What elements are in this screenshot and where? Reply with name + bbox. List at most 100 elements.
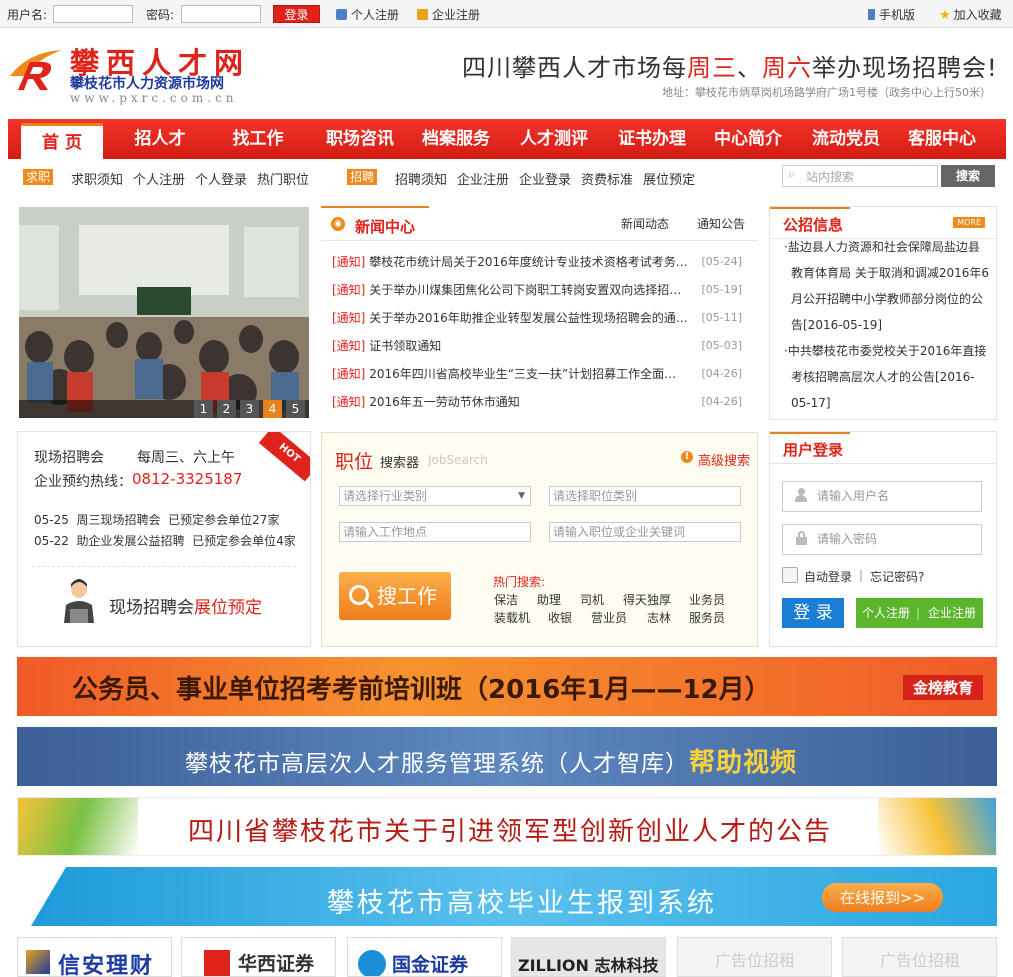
login-username-input[interactable]: 请输入用户名: [782, 481, 982, 512]
xinan-logo-icon: [26, 950, 50, 974]
hot-keyword[interactable]: 志林: [647, 609, 671, 626]
company-register-link[interactable]: 企业注册: [417, 6, 480, 23]
booth-booking-link[interactable]: 现场招聘会展位预定: [109, 593, 262, 618]
job-fair-row[interactable]: 05-22 助企业发展公益招聘 已预定参会单位4家: [34, 532, 296, 549]
login-submit-button[interactable]: 登 录: [782, 598, 844, 628]
more-link[interactable]: MORE: [953, 217, 985, 228]
slideshow-photo[interactable]: [19, 207, 309, 418]
personal-register-link[interactable]: 个人注册: [336, 6, 399, 23]
hot-keyword[interactable]: 装载机: [494, 609, 530, 626]
partner-logo[interactable]: 信安理财: [17, 937, 172, 977]
nav-assessment[interactable]: 人才测评: [508, 119, 600, 159]
seek-tag: 求职: [23, 169, 54, 185]
classroom-photo: [19, 207, 309, 418]
document-icon: [417, 9, 428, 20]
gov-recruit-panel: 公招信息 MORE ·盐边县人力资源和社会保障局盐边县 教育体育局 关于取消和调…: [769, 206, 997, 420]
hot-keyword[interactable]: 得天独厚: [623, 591, 671, 608]
gov-recruit-item[interactable]: ·盐边县人力资源和社会保障局盐边县 教育体育局 关于取消和调减2016年6 月公…: [784, 234, 994, 338]
ad-slot[interactable]: 广告位招租: [677, 937, 832, 977]
location-input[interactable]: 请输入工作地点: [339, 522, 531, 542]
tab-notices[interactable]: 通知公告: [697, 215, 745, 232]
online-report-button[interactable]: 在线报到>>: [822, 883, 944, 912]
hot-keyword[interactable]: 司机: [580, 591, 604, 608]
job-search-subtitle: 搜索器: [380, 456, 420, 471]
password-label: 密码:: [146, 8, 175, 22]
recruit-link-register[interactable]: 企业注册: [457, 169, 509, 188]
mobile-link[interactable]: 手机版: [868, 6, 915, 23]
nav-recruit[interactable]: 招人才: [120, 119, 200, 159]
recruit-link-notice[interactable]: 招聘须知: [395, 169, 447, 188]
favorite-link[interactable]: ★ 加入收藏: [939, 6, 1002, 23]
recruit-link-fees[interactable]: 资费标准: [581, 169, 633, 188]
news-item[interactable]: [通知] 证书领取通知 [05-03]: [332, 336, 752, 356]
hot-keyword[interactable]: 收银: [548, 609, 572, 626]
slide-page-4[interactable]: 4: [263, 400, 282, 418]
news-item[interactable]: [通知] 2016年五一劳动节休市通知 [04-26]: [332, 392, 752, 412]
news-center-tab[interactable]: ◉ 新闻中心: [321, 206, 429, 240]
job-search-title: 职位: [335, 451, 374, 473]
seek-link-hot-jobs[interactable]: 热门职位: [257, 169, 309, 188]
slide-page-1[interactable]: 1: [194, 400, 213, 418]
lock-icon: [796, 531, 807, 545]
password-input[interactable]: [181, 5, 261, 23]
news-item[interactable]: [通知] 关于举办2016年助推企业转型发展公益性现场招聘会的通… [05-11]: [332, 308, 752, 328]
slide-page-3[interactable]: 3: [240, 400, 259, 418]
recruit-link-login[interactable]: 企业登录: [519, 169, 571, 188]
partner-logo[interactable]: 华西证券: [181, 937, 336, 977]
news-item[interactable]: [通知] 攀枝花市统计局关于2016年度统计专业技术资格考试考务… [05-24]: [332, 252, 752, 272]
star-icon: ★: [939, 8, 951, 23]
auto-login-checkbox[interactable]: [782, 567, 798, 583]
position-select[interactable]: 请选择职位类别: [549, 486, 741, 506]
top-login-button[interactable]: 登录: [273, 5, 320, 23]
hot-keyword[interactable]: 保洁: [494, 591, 518, 608]
nav-party[interactable]: 流动党员: [800, 119, 892, 159]
job-fair-row[interactable]: 05-25 周三现场招聘会 已预定参会单位27家: [34, 511, 279, 528]
forgot-password-link[interactable]: 忘记密码?: [870, 568, 924, 585]
graduate-banner-text: 攀枝花市高校毕业生报到系统: [327, 888, 717, 919]
tab-news-dynamic[interactable]: 新闻动态: [621, 215, 669, 232]
hotline-number: 0812-3325187: [132, 470, 243, 488]
hot-keyword[interactable]: 服务员: [689, 609, 725, 626]
news-title: 新闻中心: [355, 218, 416, 236]
job-fair-panel: HOT 现场招聘会 每周三、六上午 企业预约热线： 0812-3325187 0…: [17, 431, 311, 647]
personal-register-button[interactable]: 个人注册: [862, 598, 910, 628]
hot-keyword[interactable]: 助理: [537, 591, 561, 608]
ad-slot[interactable]: 广告位招租: [842, 937, 997, 977]
seek-link-register[interactable]: 个人注册: [133, 169, 185, 188]
graduate-banner[interactable]: 攀枝花市高校毕业生报到系统 在线报到>>: [17, 867, 997, 926]
slide-page-5[interactable]: 5: [286, 400, 305, 418]
news-item[interactable]: [通知] 关于举办川煤集团焦化公司下岗职工转岗安置双向选择招… [05-19]: [332, 280, 752, 300]
seek-link-notice[interactable]: 求职须知: [71, 169, 123, 188]
nav-home[interactable]: 首 页: [21, 123, 103, 159]
slide-page-2[interactable]: 2: [217, 400, 236, 418]
recruit-link-booth[interactable]: 展位预定: [643, 169, 695, 188]
industry-select[interactable]: 请选择行业类别 ▼: [339, 486, 531, 506]
partner-logo[interactable]: 国金证券: [347, 937, 502, 977]
hot-keyword[interactable]: 营业员: [591, 609, 627, 626]
nav-certificate[interactable]: 证书办理: [606, 119, 698, 159]
talent-notice-banner[interactable]: 四川省攀枝花市关于引进领军型创新创业人才的公告: [17, 797, 997, 856]
site-search-button[interactable]: 搜索: [941, 165, 995, 187]
gov-recruit-item[interactable]: ·中共攀枝花市委党校关于2016年直接 考核招聘高层次人才的公告[2016- 0…: [784, 338, 994, 416]
nav-archive[interactable]: 档案服务: [410, 119, 502, 159]
nav-service[interactable]: 客服中心: [896, 119, 988, 159]
username-input[interactable]: [53, 5, 133, 23]
hot-keyword[interactable]: 业务员: [689, 591, 725, 608]
site-search-placeholder: 站内搜索: [806, 170, 855, 184]
seek-link-login[interactable]: 个人登录: [195, 169, 247, 188]
company-register-button[interactable]: 企业注册: [928, 598, 976, 628]
hot-badge: HOT: [258, 432, 310, 482]
training-banner[interactable]: 公务员、事业单位招考考前培训班（2016年1月——12月） 金榜教育: [17, 657, 997, 716]
chevron-down-icon: ▼: [518, 491, 525, 501]
nav-about[interactable]: 中心简介: [702, 119, 794, 159]
nav-career-news[interactable]: 职场咨讯: [314, 119, 406, 159]
talent-system-banner[interactable]: 攀枝花市高层次人才服务管理系统（人才智库）帮助视频: [17, 727, 997, 786]
keyword-input[interactable]: 请输入职位或企业关键词: [549, 522, 741, 542]
partner-logo[interactable]: ZILLION 志林科技: [511, 937, 666, 977]
search-job-button[interactable]: 搜工作: [339, 572, 451, 620]
advanced-search-link[interactable]: 高级搜索: [698, 450, 750, 469]
login-password-input[interactable]: 请输入密码: [782, 524, 982, 555]
nav-find-job[interactable]: 找工作: [218, 119, 298, 159]
magnifier-icon: ⌕: [788, 167, 796, 182]
news-item[interactable]: [通知] 2016年四川省高校毕业生“三支一扶”计划招募工作全面… [04-26]: [332, 364, 752, 384]
